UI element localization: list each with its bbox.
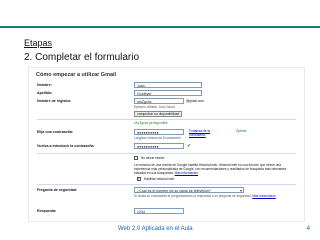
- password-label: Elija una contraseña:: [37, 130, 74, 134]
- login-input[interactable]: mkZgxhz: [134, 98, 184, 104]
- answer-label: Respuesta:: [37, 209, 57, 213]
- login-suffix: @gmail.com: [186, 99, 204, 103]
- login-label: Nombre de registro:: [37, 99, 72, 103]
- remember-checkbox[interactable]: [134, 156, 138, 160]
- password-strength-value: Óptima: [236, 129, 247, 133]
- title-rule: [0, 26, 320, 28]
- slide-footer: Web 2.0 Aplicada en el Aula: [118, 226, 193, 232]
- login-example: Ejemplo: Alberto, Ana García: [134, 105, 175, 109]
- password-strength-link[interactable]: Fortaleza de la contraseña:: [189, 129, 210, 137]
- answer-input[interactable]: 1234: [134, 208, 184, 214]
- security-question-value: ¿Cuál es el nombre de su canal de televi…: [137, 189, 211, 193]
- password-hint: Longitud mínima de 8 caracteres.: [134, 136, 182, 140]
- divider: [37, 119, 296, 120]
- remember-label: No cerrar sesión: [141, 156, 165, 160]
- checkmark-icon: ✔: [187, 143, 192, 149]
- slide-heading: Etapas: [24, 38, 53, 48]
- divider: [37, 184, 296, 185]
- password-repeat-label: Vuelva a introducir la contraseña:: [37, 144, 95, 148]
- web-history-checkbox[interactable]: [137, 176, 141, 181]
- first-name-label: Nombre:: [37, 83, 52, 87]
- first-name-input[interactable]: Juan: [134, 82, 202, 88]
- password-repeat-input[interactable]: ●●●●●●●●●●: [134, 143, 184, 149]
- web-history-text: La creación de una cuenta de Google habi…: [134, 163, 296, 176]
- web-history-more-link[interactable]: Más información: [175, 171, 198, 175]
- security-question-label: Pregunta de seguridad:: [37, 188, 78, 192]
- login-available-text: nKcZgxhz ya disponible: [134, 121, 168, 125]
- password-input[interactable]: ●●●●●●●●●●: [134, 129, 184, 135]
- security-more-link[interactable]: Más información: [252, 194, 275, 198]
- web-history-description: La creación de una cuenta de Google habi…: [134, 163, 287, 176]
- form-title: Cómo empezar a utilizar Gmail: [36, 72, 117, 78]
- security-question-select[interactable]: ¿Cuál es el nombre de su canal de televi…: [134, 187, 244, 193]
- web-history-label: Habilitar historial web: [144, 177, 175, 181]
- page-number: 4: [306, 226, 310, 232]
- slide-step: 2. Completar el formulario: [24, 52, 140, 63]
- security-note: Si olvida su contraseña le preguntaremos…: [134, 194, 299, 198]
- last-name-label: Apellido:: [37, 91, 53, 95]
- password-strength-label: Fortaleza de la contraseña:: [189, 129, 227, 137]
- divider: [37, 153, 296, 154]
- security-note-text: Si olvida su contraseña le preguntaremos…: [134, 194, 252, 198]
- last-name-input[interactable]: Goldeyer: [134, 90, 202, 96]
- gmail-signup-form: Cómo empezar a utilizar Gmail Nombre: Ju…: [28, 67, 305, 222]
- check-availability-button[interactable]: comprobar su disponibilidad: [134, 111, 183, 117]
